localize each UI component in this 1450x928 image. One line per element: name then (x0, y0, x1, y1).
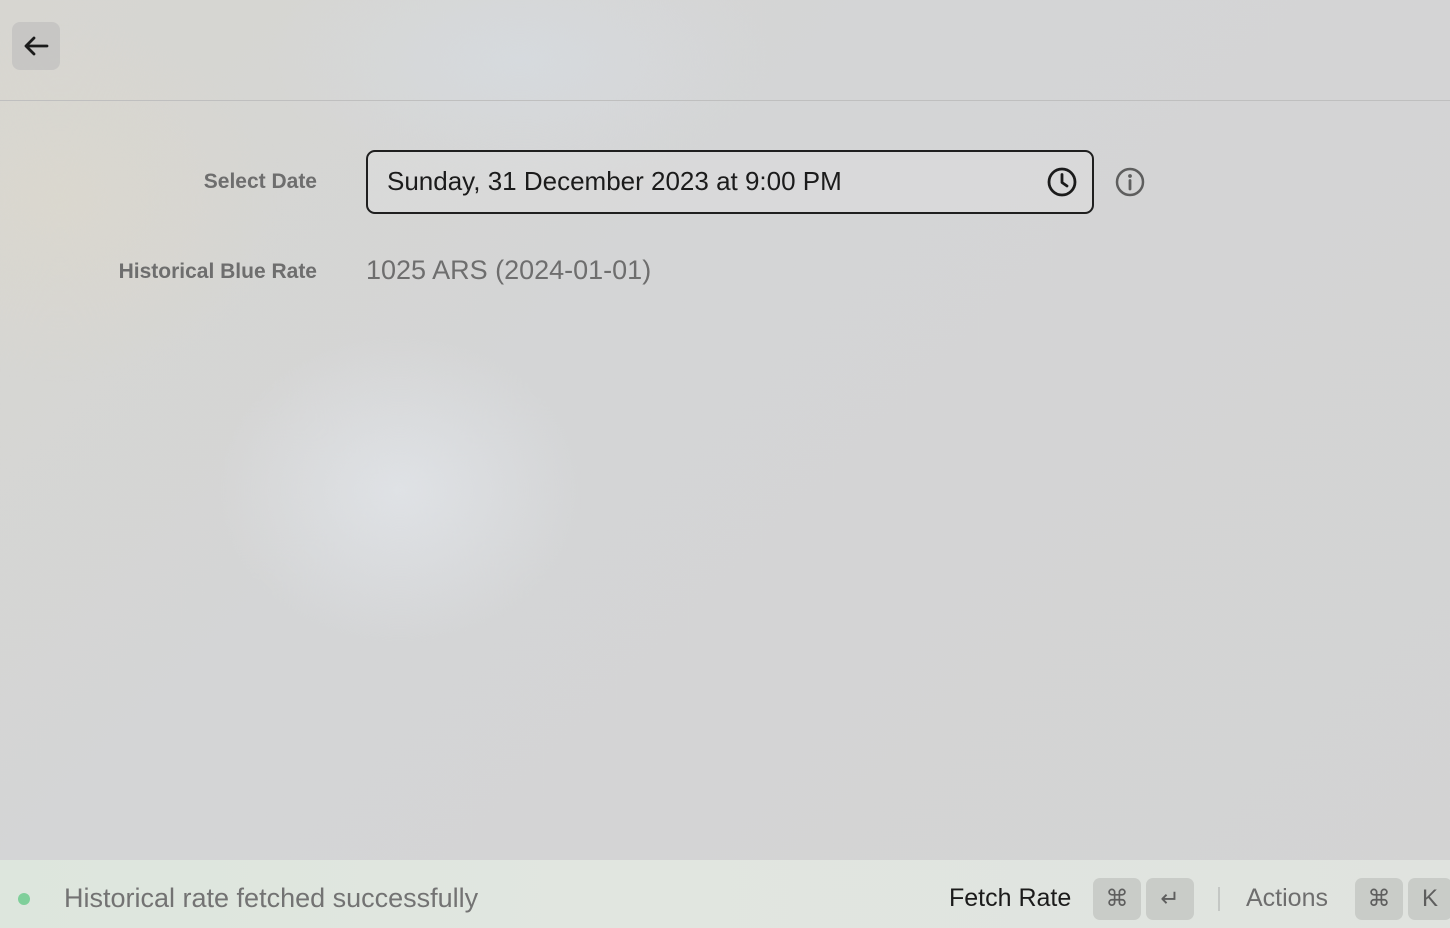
clock-icon[interactable] (1046, 166, 1078, 198)
fetch-rate-button[interactable]: Fetch Rate (949, 884, 1071, 913)
status-indicator (18, 893, 30, 905)
enter-key-hint: ↵ (1146, 878, 1194, 920)
action-bar: Historical rate fetched successfully Fet… (0, 860, 1450, 928)
rate-row: Historical Blue Rate 1025 ARS (2024-01-0… (0, 252, 1450, 292)
actions-button[interactable]: Actions (1246, 884, 1328, 913)
date-picker-field[interactable]: Sunday, 31 December 2023 at 9:00 PM (366, 150, 1094, 214)
status-message: Historical rate fetched successfully (64, 883, 479, 913)
command-key-hint: ⌘ (1093, 878, 1141, 920)
command-key-hint: ⌘ (1355, 878, 1403, 920)
rate-value: 1025 ARS (2024-01-01) (366, 255, 652, 285)
date-label: Select Date (203, 170, 317, 193)
header (0, 0, 1450, 101)
divider (1218, 887, 1220, 911)
k-key-hint: K (1408, 878, 1450, 920)
date-value: Sunday, 31 December 2023 at 9:00 PM (387, 166, 842, 196)
info-icon[interactable] (1114, 166, 1146, 198)
back-button[interactable] (12, 22, 60, 70)
date-row: Select Date Sunday, 31 December 2023 at … (0, 150, 1450, 214)
rate-label: Historical Blue Rate (118, 260, 317, 283)
arrow-left-icon (24, 36, 49, 56)
